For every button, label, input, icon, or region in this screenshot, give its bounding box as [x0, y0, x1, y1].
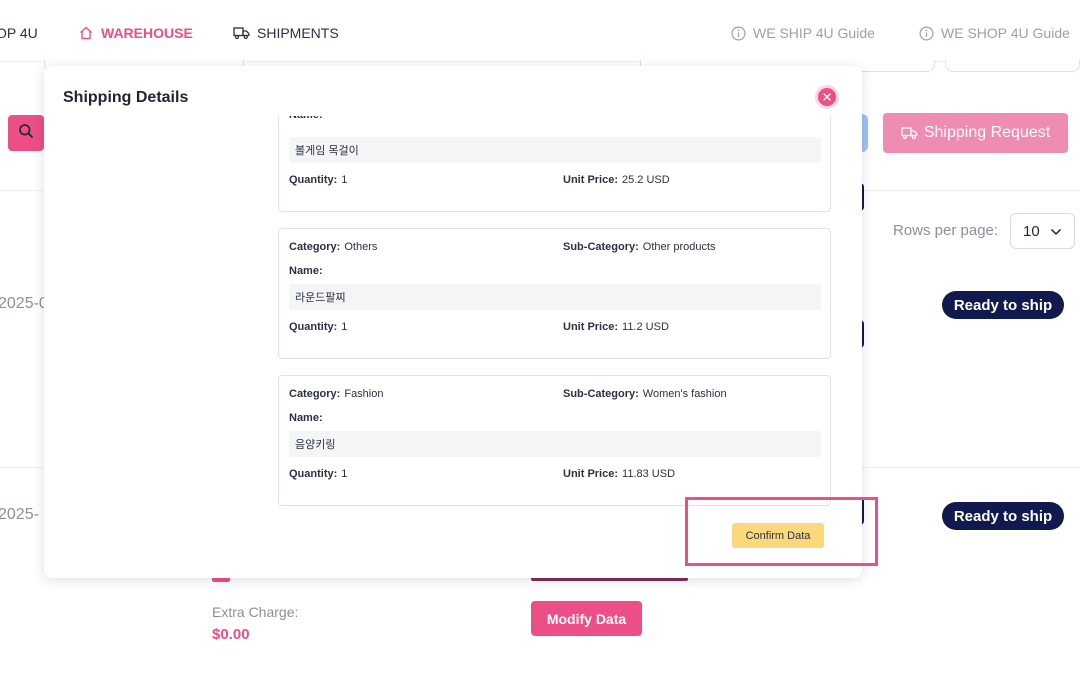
item-category: Category: Others [289, 241, 378, 253]
item-card: Name: 볼게임 목걸이 Quantity:1 Unit Price:25.2… [278, 116, 831, 212]
chevron-down-icon [1050, 223, 1062, 240]
search-icon [18, 123, 34, 144]
divider [862, 467, 1080, 468]
item-unit-price: Unit Price: 11.83 USD [563, 468, 676, 480]
extra-charge-label: Extra Charge: [212, 604, 299, 620]
info-icon [731, 25, 746, 41]
item-card: Category: Fashion Sub-Category: Women's fa… [278, 375, 831, 506]
item-name-value: 라운드팔찌 [289, 284, 821, 310]
close-icon [823, 88, 831, 106]
info-icon [919, 25, 934, 41]
item-unit-price: Unit Price: 11.2 USD [563, 321, 669, 333]
nav-item-label: SHIPMENTS [257, 25, 339, 41]
nav-item-label: OP 4U [0, 25, 38, 41]
item-name-label: Name: [289, 265, 323, 277]
item-name-label: Name: [289, 412, 323, 424]
item-name-value: 볼게임 목걸이 [289, 137, 821, 163]
rows-per-page-select[interactable]: 10 [1010, 213, 1075, 249]
tab-fragment [945, 60, 1080, 72]
truck-icon [233, 26, 250, 40]
shipping-request-label: Shipping Request [923, 124, 1051, 141]
status-badge: Ready to ship [942, 291, 1064, 319]
shipping-request-button[interactable]: Shipping Request [883, 113, 1068, 153]
nav-item-label: WAREHOUSE [101, 25, 193, 41]
item-unit-price: Unit Price: 25.2 USD [563, 174, 670, 186]
home-icon [78, 25, 94, 41]
rows-per-page-value: 10 [1023, 222, 1040, 240]
modify-data-button[interactable]: Modify Data [531, 601, 642, 636]
item-sub-category: Sub-Category: Women's fashion [563, 388, 727, 400]
highlight-box [685, 497, 878, 566]
divider [0, 467, 44, 468]
item-name-value: 음양키링 [289, 431, 821, 457]
item-sub-category: Sub-Category: Other products [563, 241, 716, 253]
item-quantity: Quantity: 1 [289, 468, 348, 480]
nav-item-label: WE SHIP 4U Guide [753, 25, 875, 41]
item-quantity: Quantity: 1 [289, 321, 348, 333]
nav-item-label: WE SHOP 4U Guide [941, 25, 1070, 41]
status-badge: Ready to ship [942, 502, 1064, 530]
table-row-date: 2025- [0, 506, 39, 523]
nav-item-warehouse[interactable]: WAREHOUSE [78, 23, 193, 43]
search-button[interactable] [8, 115, 44, 151]
top-navigation: OP 4U WAREHOUSE SHIPMENTS WE SHIP 4U Gui… [0, 0, 1080, 62]
item-name-label: Name: [289, 116, 327, 121]
item-quantity: Quantity: 1 [289, 174, 348, 186]
close-button[interactable] [818, 88, 836, 106]
item-card: Category: Others Sub-Category: Other produ… [278, 228, 831, 359]
nav-item-we-shop[interactable]: OP 4U [0, 23, 38, 43]
divider [862, 190, 1080, 191]
nav-item-shipments[interactable]: SHIPMENTS [233, 23, 339, 43]
item-category: Category: Fashion [289, 388, 384, 400]
nav-item-we-shop-guide[interactable]: WE SHOP 4U Guide [919, 23, 1070, 43]
divider [0, 190, 44, 191]
rows-per-page-label: Rows per page: [893, 222, 999, 239]
extra-charge-value: $0.00 [212, 626, 250, 643]
truck-icon [901, 126, 918, 140]
modal-title: Shipping Details [63, 89, 189, 106]
nav-item-we-ship-guide[interactable]: WE SHIP 4U Guide [731, 23, 875, 43]
table-row-date: 2025-0 [0, 295, 48, 312]
